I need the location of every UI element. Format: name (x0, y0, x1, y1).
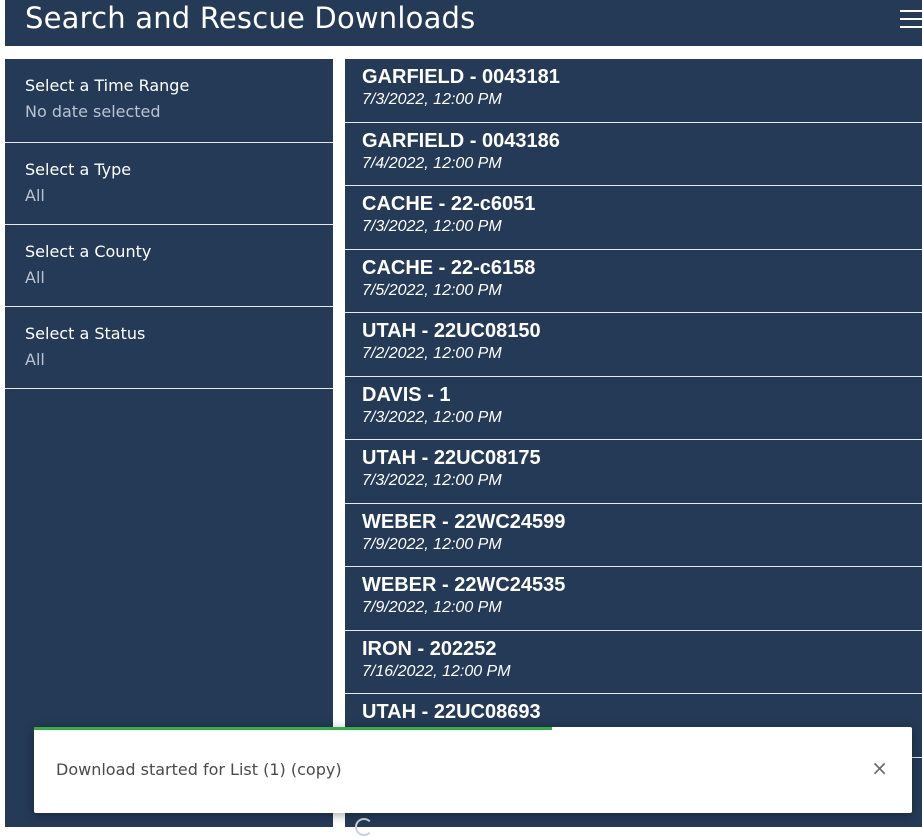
item-date: 7/3/2022, 12:00 PM (362, 218, 502, 235)
filter-value: All (25, 350, 45, 369)
loading-spinner-icon (355, 818, 373, 836)
app-title: Search and Rescue Downloads (25, 1, 476, 35)
item-title: WEBER - 22WC24535 (362, 574, 566, 596)
item-date: 7/3/2022, 12:00 PM (362, 472, 502, 489)
filter-value: All (25, 186, 45, 205)
filter-value: No date selected (25, 102, 161, 121)
list-item[interactable]: WEBER - 22WC24599 7/9/2022, 12:00 PM (345, 504, 922, 567)
filter-label: Select a County (25, 242, 152, 261)
list-item[interactable]: CACHE - 22-c6158 7/5/2022, 12:00 PM (345, 250, 922, 313)
list-item[interactable]: IRON - 202252 7/16/2022, 12:00 PM (345, 631, 922, 694)
download-toast: Download started for List (1) (copy) × (34, 727, 912, 813)
item-title: CACHE - 22-c6158 (362, 256, 536, 279)
item-title: DAVIS - 1 (362, 383, 451, 406)
county-filter[interactable]: Select a County All (5, 225, 333, 307)
item-date: 7/16/2022, 12:00 PM (362, 662, 511, 680)
list-item[interactable]: WEBER - 22WC24535 7/9/2022, 12:00 PM (345, 567, 922, 631)
list-item[interactable]: CACHE - 22-c6051 7/3/2022, 12:00 PM (345, 186, 922, 250)
close-icon[interactable]: × (871, 757, 888, 779)
item-date: 7/9/2022, 12:00 PM (362, 599, 502, 616)
app-header: Search and Rescue Downloads (5, 0, 922, 46)
item-title: GARFIELD - 0043181 (362, 66, 560, 88)
item-date: 7/9/2022, 12:00 PM (362, 535, 502, 553)
status-filter[interactable]: Select a Status All (5, 307, 333, 389)
filter-label: Select a Time Range (25, 76, 190, 95)
item-title: UTAH - 22UC08150 (362, 320, 541, 342)
filter-label: Select a Status (25, 324, 146, 343)
list-item[interactable]: GARFIELD - 0043186 7/4/2022, 12:00 PM (345, 123, 922, 186)
filter-sidebar: Select a Time Range No date selected Sel… (5, 59, 333, 827)
item-title: IRON - 202252 (362, 637, 497, 660)
item-date: 7/3/2022, 12:00 PM (362, 408, 502, 426)
list-item[interactable]: UTAH - 22UC08150 7/2/2022, 12:00 PM (345, 313, 922, 377)
item-date: 7/4/2022, 12:00 PM (362, 154, 502, 172)
list-item[interactable]: UTAH - 22UC08175 7/3/2022, 12:00 PM (345, 440, 922, 504)
time-range-filter[interactable]: Select a Time Range No date selected (5, 59, 333, 143)
filter-label: Select a Type (25, 160, 132, 179)
item-date: 7/3/2022, 12:00 PM (362, 91, 502, 108)
item-title: CACHE - 22-c6051 (362, 193, 536, 215)
type-filter[interactable]: Select a Type All (5, 143, 333, 225)
filter-value: All (25, 268, 45, 287)
item-date: 7/5/2022, 12:00 PM (362, 281, 502, 299)
list-item[interactable]: DAVIS - 1 7/3/2022, 12:00 PM (345, 377, 922, 440)
item-title: UTAH - 22UC08693 (362, 701, 541, 723)
list-item[interactable]: GARFIELD - 0043181 7/3/2022, 12:00 PM (345, 59, 922, 123)
download-list: GARFIELD - 0043181 7/3/2022, 12:00 PM GA… (345, 59, 922, 827)
toast-progress-bar (34, 727, 553, 730)
item-title: UTAH - 22UC08175 (362, 447, 541, 469)
item-title: GARFIELD - 0043186 (362, 129, 560, 152)
toast-message: Download started for List (1) (copy) (56, 760, 342, 779)
item-title: WEBER - 22WC24599 (362, 510, 566, 533)
hamburger-menu-icon[interactable] (900, 10, 922, 30)
item-date: 7/2/2022, 12:00 PM (362, 345, 502, 362)
